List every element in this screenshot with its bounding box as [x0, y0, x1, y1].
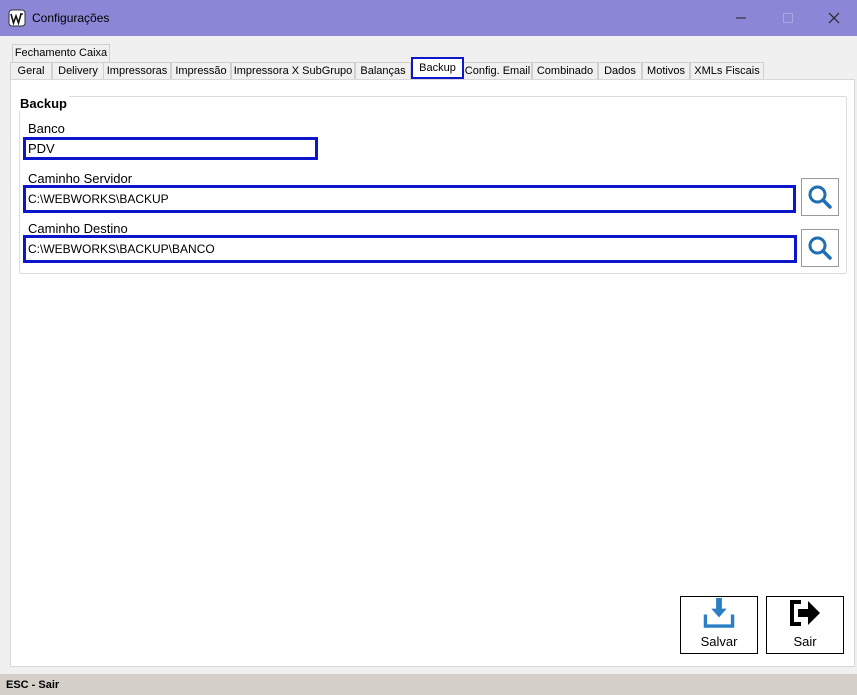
- tab-delivery[interactable]: Delivery: [52, 62, 104, 80]
- caminho-servidor-label: Caminho Servidor: [28, 171, 133, 186]
- sair-label: Sair: [793, 634, 817, 649]
- search-icon: [808, 236, 832, 260]
- tab-backup[interactable]: Backup: [411, 57, 464, 79]
- search-servidor-button[interactable]: [801, 178, 839, 216]
- minimize-icon: [736, 17, 746, 19]
- caminho-destino-label: Caminho Destino: [28, 221, 128, 236]
- banco-label: Banco: [28, 121, 65, 136]
- window-title: Configurações: [32, 11, 110, 25]
- search-icon: [808, 185, 832, 209]
- maximize-icon: [783, 13, 793, 23]
- sair-button[interactable]: Sair: [766, 596, 844, 654]
- tab-dados[interactable]: Dados: [598, 62, 642, 80]
- tab-impressao[interactable]: Impressão: [171, 62, 231, 80]
- download-save-icon: [703, 597, 735, 628]
- tab-geral[interactable]: Geral: [10, 62, 52, 80]
- tab-motivos[interactable]: Motivos: [642, 62, 690, 80]
- salvar-label: Salvar: [700, 634, 738, 649]
- caminho-destino-field[interactable]: C:\WEBWORKS\BACKUP\BANCO: [23, 235, 797, 263]
- maximize-button[interactable]: [765, 0, 811, 36]
- tab-balancas[interactable]: Balanças: [355, 62, 411, 80]
- caminho-servidor-value: C:\WEBWORKS\BACKUP: [28, 192, 169, 206]
- tab-combinado[interactable]: Combinado: [532, 62, 598, 80]
- tab-fechamento-caixa[interactable]: Fechamento Caixa: [12, 44, 110, 62]
- close-icon: [828, 12, 840, 24]
- backup-group-title: Backup: [18, 96, 69, 111]
- title-bar: Configurações: [0, 0, 857, 36]
- tab-panel-backup: [10, 79, 855, 667]
- banco-field[interactable]: PDV: [23, 137, 318, 160]
- minimize-button[interactable]: [718, 0, 764, 36]
- exit-arrow-icon: [790, 600, 820, 626]
- app-logo-icon: [8, 9, 26, 27]
- banco-value: PDV: [28, 141, 55, 156]
- search-destino-button[interactable]: [801, 229, 839, 267]
- caminho-destino-value: C:\WEBWORKS\BACKUP\BANCO: [28, 242, 215, 256]
- salvar-button[interactable]: Salvar: [680, 596, 758, 654]
- close-button[interactable]: [811, 0, 857, 36]
- tab-xmls-fiscais[interactable]: XMLs Fiscais: [690, 62, 764, 80]
- status-text: ESC - Sair: [6, 679, 60, 691]
- caminho-servidor-field[interactable]: C:\WEBWORKS\BACKUP: [23, 185, 796, 213]
- tab-impressoras[interactable]: Impressoras: [103, 62, 171, 80]
- tab-config-email[interactable]: Config. Email: [463, 62, 532, 80]
- tab-impressora-x-subgrupo[interactable]: Impressora X SubGrupo: [231, 62, 355, 80]
- status-bar: ESC - Sair: [0, 674, 857, 695]
